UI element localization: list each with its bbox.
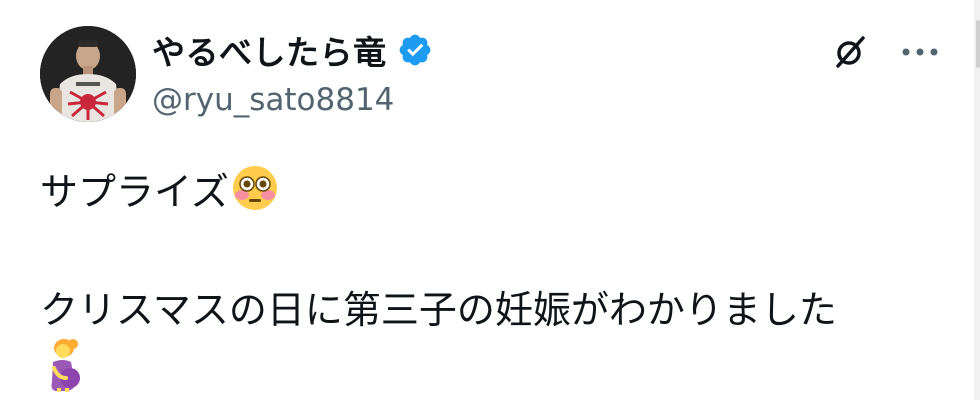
flushed-face-emoji-icon bbox=[231, 164, 279, 212]
grok-button[interactable] bbox=[826, 28, 874, 76]
avatar[interactable] bbox=[40, 26, 136, 122]
grok-icon bbox=[836, 36, 865, 68]
user-handle[interactable]: @ryu_sato8814 bbox=[152, 82, 394, 118]
scrollbar[interactable] bbox=[974, 0, 980, 400]
more-horizontal-icon bbox=[902, 48, 938, 56]
verified-badge-icon bbox=[397, 32, 433, 68]
author-name-row: やるべしたら竜 bbox=[152, 28, 433, 72]
tweet-text-line-1: サプライズ bbox=[40, 160, 279, 216]
tweet-text-surprise: サプライズ bbox=[40, 169, 229, 214]
profile-photo-icon bbox=[40, 26, 136, 122]
display-name[interactable]: やるべしたら竜 bbox=[152, 26, 387, 74]
tweet-text-line-2: クリスマスの日に第三子の妊娠がわかりました bbox=[40, 287, 837, 332]
tweet-card: やるべしたら竜 @ryu_sato8814 サプライズ クリスマスの日に第三子の… bbox=[0, 0, 980, 400]
pregnant-woman-emoji-icon bbox=[44, 338, 88, 392]
scrollbar-thumb[interactable] bbox=[976, 20, 980, 68]
more-button[interactable] bbox=[894, 28, 946, 76]
